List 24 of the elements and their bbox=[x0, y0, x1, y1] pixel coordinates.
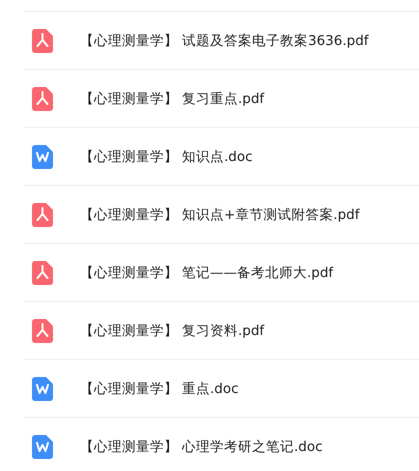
pdf-file-icon bbox=[32, 202, 53, 226]
pdf-file-icon bbox=[32, 28, 53, 52]
file-name[interactable]: 复习资料.pdf bbox=[182, 322, 264, 340]
file-name[interactable]: 重点.doc bbox=[182, 380, 239, 398]
category-label: 【心理测量学】 bbox=[80, 264, 178, 282]
category-label: 【心理测量学】 bbox=[80, 380, 178, 398]
file-name[interactable]: 知识点+章节测试附答案.pdf bbox=[182, 206, 360, 224]
category-label: 【心理测量学】 bbox=[80, 148, 178, 166]
file-name[interactable]: 试题及答案电子教案3636.pdf bbox=[182, 32, 369, 50]
category-label: 【心理测量学】 bbox=[80, 438, 178, 456]
pdf-file-icon bbox=[32, 260, 53, 284]
category-label: 【心理测量学】 bbox=[80, 322, 178, 340]
file-name[interactable]: 复习重点.pdf bbox=[182, 90, 264, 108]
category-label: 【心理测量学】 bbox=[80, 32, 178, 50]
file-name[interactable]: 知识点.doc bbox=[182, 148, 253, 166]
file-name[interactable]: 心理学考研之笔记.doc bbox=[182, 438, 323, 456]
pdf-file-icon bbox=[32, 86, 53, 110]
pdf-file-icon bbox=[32, 318, 53, 342]
word-file-icon bbox=[32, 376, 53, 400]
word-file-icon bbox=[32, 144, 53, 168]
category-label: 【心理测量学】 bbox=[80, 206, 178, 224]
file-name[interactable]: 笔记——备考北师大.pdf bbox=[182, 264, 334, 282]
category-label: 【心理测量学】 bbox=[80, 90, 178, 108]
word-file-icon bbox=[32, 434, 53, 458]
